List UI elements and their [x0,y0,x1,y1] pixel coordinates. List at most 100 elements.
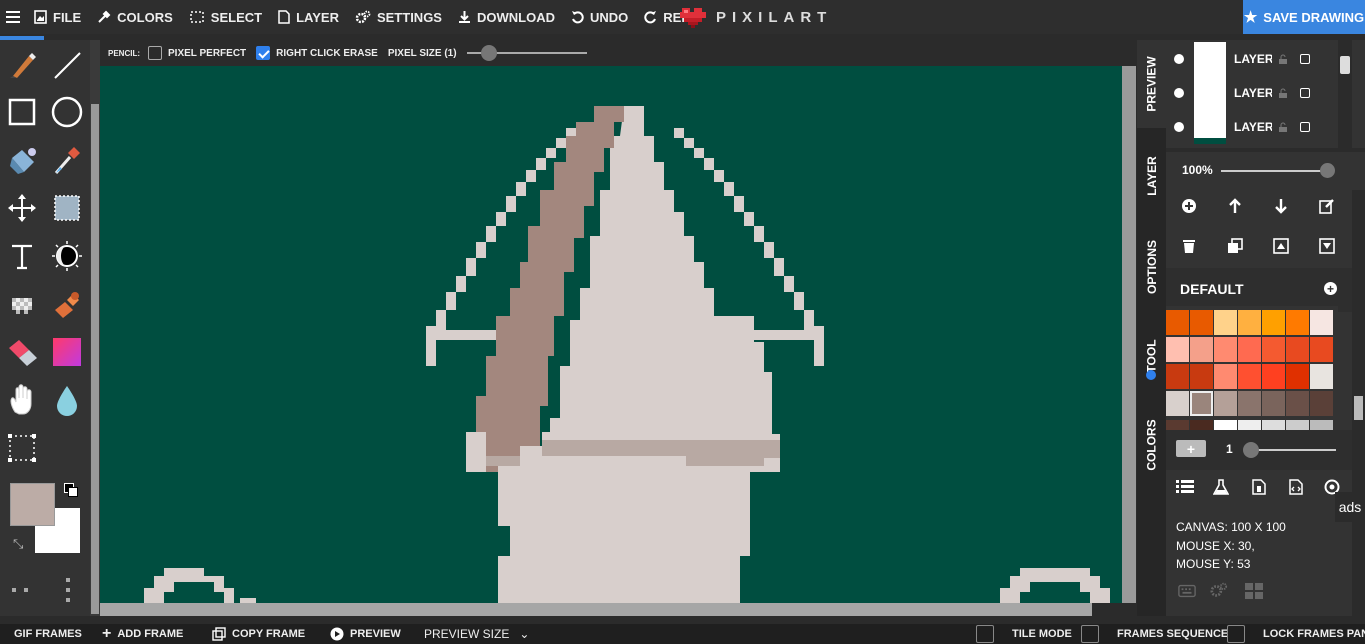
brush-size-knob[interactable] [1243,442,1259,458]
copy-frame-button[interactable]: COPY FRAME [212,624,305,644]
move-layer-down-icon[interactable] [1272,197,1290,215]
tab-tool[interactable]: TOOL [1137,312,1166,400]
canvas-vertical-scrollbar[interactable] [1122,66,1137,603]
canvas-horizontal-scrollbar[interactable] [100,603,1122,616]
add-palette-icon[interactable]: + [1324,282,1337,295]
tab-layer[interactable]: LAYER [1137,136,1166,216]
paint-bucket-tool[interactable] [4,142,40,178]
blur-tool[interactable] [49,382,85,418]
palette-swatch[interactable] [1190,364,1213,389]
palette-swatch[interactable] [1238,364,1261,389]
rectangle-tool[interactable] [4,94,40,130]
flask-icon[interactable] [1212,478,1230,496]
layer-select-checkbox[interactable] [1300,88,1310,98]
palette-swatch[interactable] [1286,391,1309,416]
palette-swatch[interactable] [1166,310,1189,335]
settings-gears-icon[interactable] [1210,581,1228,599]
hand-tool[interactable] [4,382,40,418]
layer-visibility-icon[interactable] [1174,122,1184,132]
save-drawing-button[interactable]: ★ SAVE DRAWING [1243,0,1365,34]
frames-sequence-toggle[interactable]: FRAMES SEQUENCE [1081,624,1228,644]
pixilart-logo[interactable]: PIXILART [680,0,832,34]
tab-colors[interactable]: COLORS [1137,400,1166,490]
menu-settings[interactable]: SETTINGS [347,0,450,34]
stamp-tool[interactable] [49,286,85,322]
pencil-tool[interactable] [4,47,40,83]
select-dotted-tool[interactable] [4,430,40,466]
text-tool[interactable] [4,238,40,274]
shading-tool[interactable] [49,238,85,274]
layer-opacity-slider[interactable] [1221,170,1325,172]
select-rect-tool[interactable] [49,190,85,226]
brush-add-button[interactable]: + [1176,440,1206,457]
menu-layer[interactable]: LAYER [270,0,347,34]
tile-mode-toggle[interactable]: TILE MODE [976,624,1072,644]
move-tool[interactable] [4,190,40,226]
layer-row[interactable]: LAYER 31 [1166,110,1352,144]
palette-select[interactable]: DEFAULT ⌄ [1166,272,1346,306]
add-layer-icon[interactable] [1180,197,1198,215]
tab-preview[interactable]: PREVIEW [1137,40,1166,128]
palette-swatch[interactable] [1166,364,1189,389]
layer-select-checkbox[interactable] [1300,54,1310,64]
pixel-size-slider-knob[interactable] [480,45,497,61]
preview-button[interactable]: PREVIEW [330,624,401,644]
menu-select[interactable]: SELECT [181,0,270,34]
palette-swatch[interactable] [1310,391,1333,416]
lock-frames-panel-toggle[interactable]: LOCK FRAMES PANEL [1227,624,1365,644]
right-click-erase-checkbox[interactable] [256,46,271,60]
unlock-icon[interactable] [1278,122,1288,132]
menu-file[interactable]: FILE [26,0,89,34]
move-layer-up-icon[interactable] [1226,197,1244,215]
grid-icon[interactable] [1245,582,1263,600]
palette-swatch[interactable] [1262,337,1285,362]
palette-swatch[interactable] [1214,364,1237,389]
pixel-perfect-checkbox[interactable] [148,46,162,60]
drawing-canvas[interactable] [100,66,1122,603]
palette-swatch[interactable] [1310,337,1333,362]
primary-color-swatch[interactable] [10,483,55,526]
menu-download[interactable]: DOWNLOAD [450,0,563,34]
palette-swatch[interactable] [1310,364,1333,389]
unlock-icon[interactable] [1278,54,1288,64]
layer-row[interactable]: LAYER 32 [1166,42,1352,76]
pixel-size-slider[interactable] [466,45,587,61]
edit-layer-icon[interactable] [1318,197,1336,215]
gradient-tool[interactable] [49,334,85,370]
brush-size-slider[interactable] [1246,449,1336,451]
toolbox-scrollbar[interactable] [90,40,100,616]
file-code-icon[interactable] [1287,478,1305,496]
tab-options[interactable]: OPTIONS [1137,222,1166,312]
merge-down-icon[interactable] [1318,237,1336,255]
frames-sequence-checkbox[interactable] [1081,625,1099,643]
palette-swatch[interactable] [1190,391,1213,416]
palette-swatch[interactable] [1190,337,1213,362]
menu-undo[interactable]: UNDO [563,0,636,34]
tile-mode-checkbox[interactable] [976,625,994,643]
eyedropper-tool[interactable] [49,142,85,178]
palette-swatch[interactable] [1214,391,1237,416]
palette-swatch[interactable] [1286,310,1309,335]
palette-swatch[interactable] [1214,337,1237,362]
file-export-icon[interactable] [1250,478,1268,496]
list-icon[interactable] [1176,478,1194,496]
layer-select-checkbox[interactable] [1300,122,1310,132]
palette-swatch[interactable] [1166,337,1189,362]
keyboard-icon[interactable] [1178,582,1196,600]
palette-swatch[interactable] [1286,337,1309,362]
layer-visibility-icon[interactable] [1174,54,1184,64]
layer-opacity-knob[interactable] [1320,163,1335,178]
palette-swatch[interactable] [1190,310,1213,335]
lock-frames-panel-checkbox[interactable] [1227,625,1245,643]
add-frame-button[interactable]: + ADD FRAME [102,624,183,644]
palette-swatch[interactable] [1214,310,1237,335]
palette-swatch[interactable] [1262,310,1285,335]
palette-swatch[interactable] [1262,391,1285,416]
palette-swatch[interactable] [1238,310,1261,335]
palette-swatch[interactable] [1238,337,1261,362]
hamburger-menu-icon[interactable] [6,11,20,23]
palette-swatch[interactable] [1238,391,1261,416]
eraser-tool[interactable] [4,334,40,370]
layers-scrollbar[interactable] [1338,40,1352,150]
merge-up-icon[interactable] [1272,237,1290,255]
